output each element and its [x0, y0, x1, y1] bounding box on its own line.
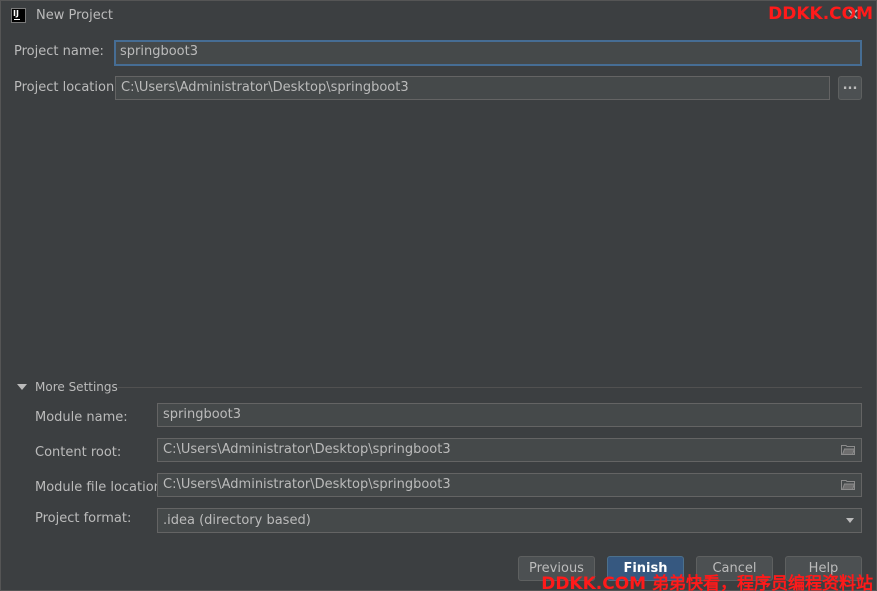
- window-title: New Project: [36, 8, 113, 23]
- title-bar: IJ New Project ✕ DDKK.COM: [1, 1, 876, 31]
- project-location-label: Project location:: [14, 80, 119, 95]
- content-root-value: C:\Users\Administrator\Desktop\springboo…: [163, 442, 451, 457]
- module-file-location-input[interactable]: C:\Users\Administrator\Desktop\springboo…: [157, 473, 862, 497]
- project-name-input[interactable]: springboot3: [114, 40, 862, 66]
- app-icon-text: IJ: [13, 9, 19, 18]
- folder-icon[interactable]: [841, 479, 855, 490]
- project-name-label: Project name:: [14, 44, 104, 59]
- watermark-bottom: DDKK.COM 弟弟快看，程序员编程资料站: [541, 574, 873, 591]
- module-name-label: Module name:: [35, 410, 128, 425]
- intellij-icon: IJ: [11, 8, 26, 23]
- folder-icon[interactable]: [841, 444, 855, 455]
- project-location-input[interactable]: C:\Users\Administrator\Desktop\springboo…: [115, 76, 830, 100]
- watermark-top: DDKK.COM: [768, 4, 873, 24]
- chevron-down-icon: [846, 518, 854, 523]
- triangle-down-icon: [17, 384, 27, 390]
- project-format-label: Project format:: [35, 511, 132, 526]
- content-root-input[interactable]: C:\Users\Administrator\Desktop\springboo…: [157, 438, 862, 462]
- module-file-location-value: C:\Users\Administrator\Desktop\springboo…: [163, 477, 451, 492]
- browse-location-button[interactable]: ...: [838, 76, 862, 100]
- project-format-select[interactable]: .idea (directory based): [157, 508, 862, 533]
- more-settings-divider: [118, 387, 862, 388]
- new-project-dialog: IJ New Project ✕ DDKK.COM Project name: …: [0, 0, 877, 591]
- project-format-value: .idea (directory based): [163, 513, 311, 528]
- module-file-location-label: Module file location:: [35, 480, 167, 495]
- module-name-input[interactable]: springboot3: [157, 403, 862, 427]
- content-root-label: Content root:: [35, 445, 122, 460]
- more-settings-label: More Settings: [35, 380, 118, 394]
